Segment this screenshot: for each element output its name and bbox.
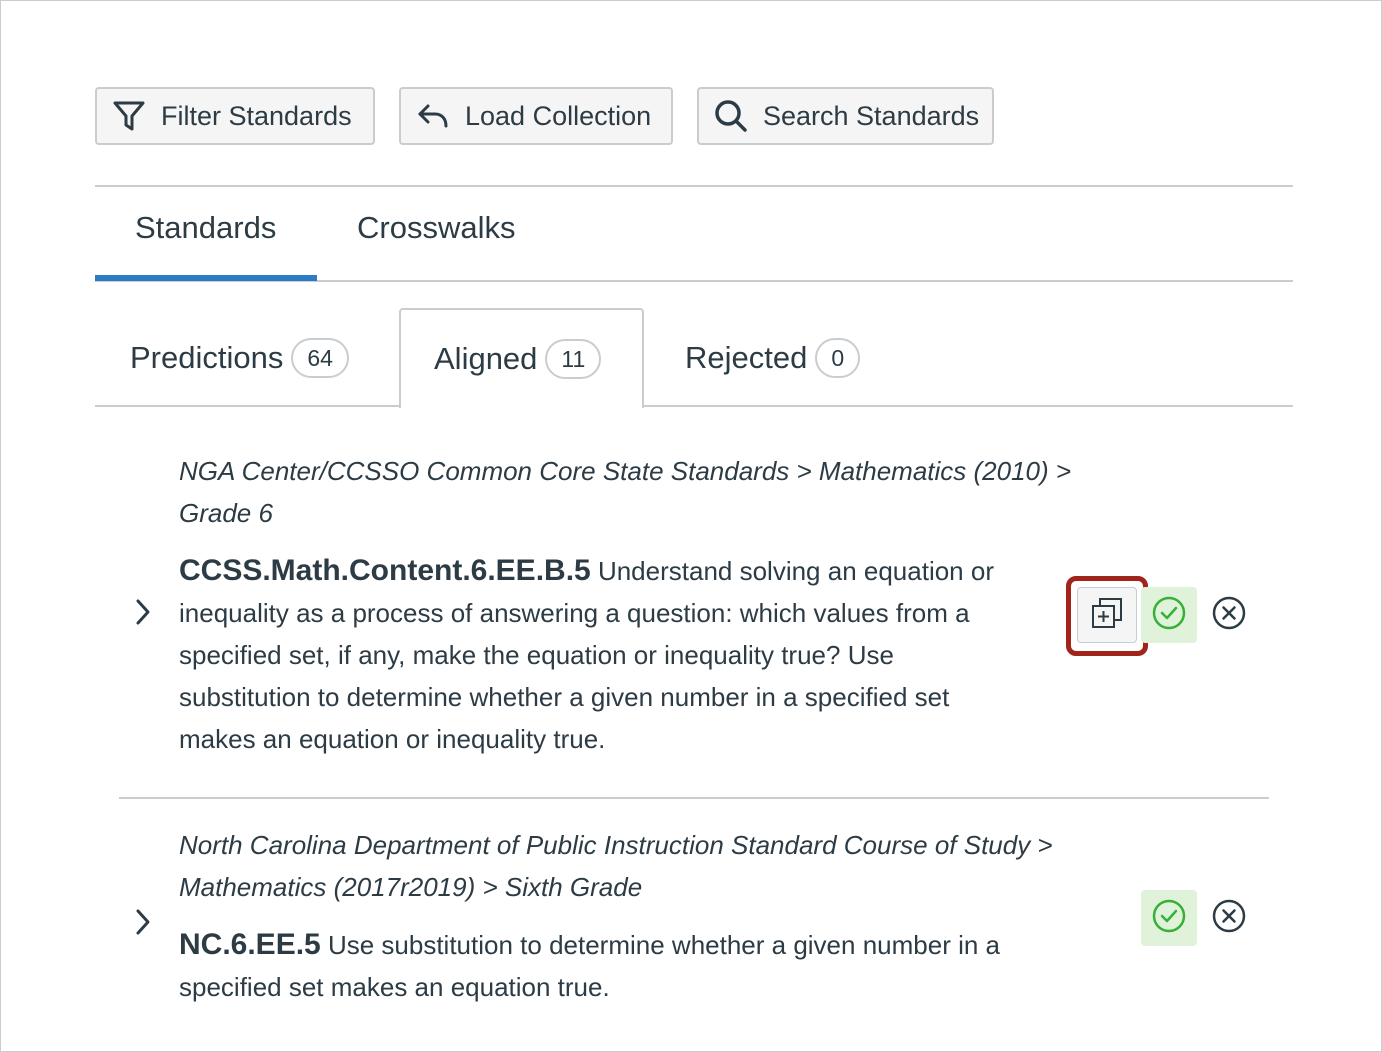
path-line: Mathematics (2017r2019) > Sixth Grade [179, 872, 643, 902]
reject-button[interactable] [1207, 896, 1251, 940]
item-divider [119, 797, 1269, 799]
rejected-count-badge: 0 [815, 338, 861, 378]
x-circle-icon [1211, 898, 1247, 939]
subtab-predictions-label: Predictions [130, 340, 284, 375]
path-line: NGA Center/CCSSO Common Core State Stand… [179, 456, 1072, 486]
desc-line: Understand solving an equation or [590, 556, 994, 586]
search-standards-button[interactable]: Search Standards [697, 87, 994, 145]
toolbar-divider [95, 185, 1293, 187]
path-line: Grade 6 [179, 498, 273, 528]
desc-line: specified set, if any, make the equation… [179, 640, 894, 670]
path-line: North Carolina Department of Public Inst… [179, 830, 1053, 860]
desc-line: inequality as a process of answering a q… [179, 598, 970, 628]
active-tab-indicator [95, 275, 317, 281]
accept-button[interactable] [1141, 890, 1197, 946]
desc-line: Use substitution to determine whether a … [320, 930, 1000, 960]
desc-line: substitution to determine whether a give… [179, 682, 950, 712]
standard-code: NC.6.EE.5 [179, 928, 321, 961]
desc-line: specified set makes an equation true. [179, 972, 610, 1002]
subtab-aligned[interactable]: Aligned 11 [399, 308, 644, 408]
standard-path-2: North Carolina Department of Public Inst… [179, 824, 1053, 908]
filter-standards-label: Filter Standards [161, 100, 352, 131]
accept-button[interactable] [1141, 587, 1197, 643]
undo-arrow-icon [415, 98, 451, 134]
tab-crosswalks[interactable]: Crosswalks [357, 210, 515, 246]
predictions-count-badge: 64 [291, 338, 349, 378]
reject-button[interactable] [1207, 593, 1251, 637]
search-icon [713, 98, 749, 134]
filter-standards-button[interactable]: Filter Standards [95, 87, 375, 145]
standard-description-1: CCSS.Math.Content.6.EE.B.5 Understand so… [179, 550, 994, 760]
desc-line: makes an equation or inequality true. [179, 724, 606, 754]
load-collection-label: Load Collection [465, 100, 652, 131]
tab-standards[interactable]: Standards [135, 210, 276, 246]
standard-code: CCSS.Math.Content.6.EE.B.5 [179, 554, 591, 587]
highlight-box [1066, 576, 1148, 656]
standard-description-2: NC.6.EE.5 Use substitution to determine … [179, 924, 1000, 1008]
check-circle-icon [1151, 595, 1187, 636]
x-circle-icon [1211, 595, 1247, 636]
load-collection-button[interactable]: Load Collection [399, 87, 673, 145]
subtab-aligned-label: Aligned [434, 341, 538, 376]
chevron-right-icon[interactable] [130, 597, 156, 627]
standard-path-1: NGA Center/CCSSO Common Core State Stand… [179, 450, 1071, 534]
filter-icon [111, 98, 147, 134]
chevron-right-icon[interactable] [130, 907, 156, 937]
aligned-count-badge: 11 [545, 339, 602, 379]
subtab-rejected-label: Rejected [685, 340, 808, 375]
subtab-predictions[interactable]: Predictions 64 [130, 308, 349, 408]
search-standards-label: Search Standards [763, 100, 980, 131]
check-circle-icon [1151, 898, 1187, 939]
subtab-rejected[interactable]: Rejected 0 [685, 308, 861, 408]
